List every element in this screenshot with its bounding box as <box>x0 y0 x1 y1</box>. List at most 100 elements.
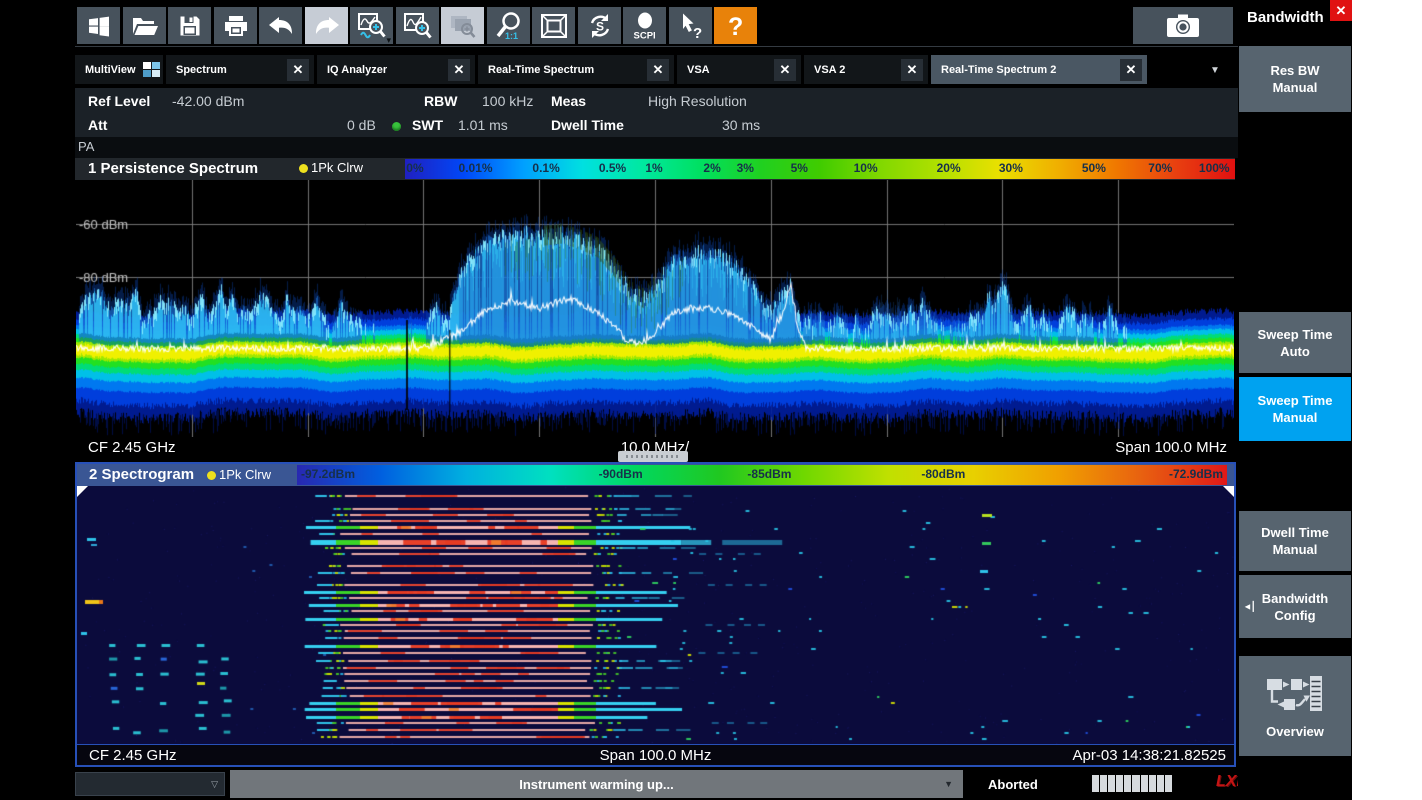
scale-tick-label: 1% <box>645 161 662 175</box>
tab-label: Real-Time Spectrum 2 <box>941 64 1056 76</box>
close-tab-icon[interactable]: ✕ <box>448 59 470 81</box>
scpi-recorder-button[interactable]: SCPI <box>623 7 666 44</box>
sync-button[interactable]: S <box>578 7 621 44</box>
splitter-grip-dots <box>626 455 680 458</box>
print-button[interactable] <box>214 7 257 44</box>
scale-tick-label: 3% <box>737 161 754 175</box>
grid-icon <box>143 62 160 77</box>
persistence-color-scale: 0%0.01%0.1%0.5%1%2%3%5%10%20%30%50%70%10… <box>405 159 1235 179</box>
split-zoom-button[interactable] <box>441 7 484 44</box>
softkey-sidebar: Bandwidth ✕ Res BWManualSweep TimeAutoSw… <box>1238 0 1352 800</box>
spectrogram-footer: CF 2.45 GHz Span 100.0 MHz Apr-03 14:38:… <box>77 744 1234 765</box>
rbw-value[interactable]: 100 kHz <box>482 93 533 109</box>
redo-arrow-icon <box>313 14 341 38</box>
dwell-time-label[interactable]: Dwell Time <box>551 117 624 133</box>
trace-label: 1Pk Clrw <box>311 160 363 175</box>
zoom-mode-button[interactable]: ▾ <box>350 7 393 44</box>
pa-row <box>75 137 1238 158</box>
meas-value[interactable]: High Resolution <box>648 93 747 109</box>
tab-iq-analyzer[interactable]: IQ Analyzer✕ <box>317 55 475 84</box>
undo-button[interactable] <box>259 7 302 44</box>
scale-tick-label: 0.5% <box>599 161 626 175</box>
scale-tick-label: 100% <box>1199 161 1230 175</box>
pa-indicator: PA <box>78 139 94 154</box>
tab-spectrum[interactable]: Spectrum ✕ <box>166 55 314 84</box>
redo-button[interactable] <box>305 7 348 44</box>
scale-tick-label: -72.9dBm <box>1169 467 1223 481</box>
status-message-bar[interactable]: Instrument warming up... ▼ <box>230 770 963 798</box>
persistence-display[interactable] <box>76 180 1234 437</box>
progress-segment <box>1157 775 1164 792</box>
scale-tick-label: 30% <box>999 161 1023 175</box>
scale-tick-label: 20% <box>937 161 961 175</box>
dwell-time-value[interactable]: 30 ms <box>722 117 760 133</box>
scale-tick-label: 0.01% <box>459 161 493 175</box>
w2-timestamp: Apr-03 14:38:21.82525 <box>1073 747 1226 764</box>
open-file-button[interactable] <box>123 7 166 44</box>
close-tab-icon[interactable]: ✕ <box>1120 59 1142 81</box>
ref-level-value[interactable]: -42.00 dBm <box>172 93 244 109</box>
att-value[interactable]: 0 dB <box>347 117 376 133</box>
tab-overflow-button[interactable]: ▼ <box>1192 57 1238 83</box>
scale-tick-label: 5% <box>791 161 808 175</box>
att-label[interactable]: Att <box>88 117 107 133</box>
tab-vsa[interactable]: VSA✕ <box>677 55 801 84</box>
progress-bar <box>1092 775 1172 792</box>
help-button[interactable]: ? <box>714 7 757 44</box>
tab-label: Spectrum <box>176 64 227 76</box>
tab-real-time-spectrum-2[interactable]: Real-Time Spectrum 2 ✕ <box>931 55 1147 84</box>
persistence-window-title: 1 Persistence Spectrum <box>88 160 258 177</box>
windows-icon <box>86 13 112 39</box>
print-icon <box>223 14 249 38</box>
tab-multiview[interactable]: MultiView <box>75 55 163 84</box>
trace-label: 1Pk Clrw <box>219 467 271 482</box>
scale-tick-label: -97.2dBm <box>301 467 355 481</box>
screenshot-button[interactable] <box>1133 7 1233 44</box>
scale-tick-label: 70% <box>1148 161 1172 175</box>
windows-menu-button[interactable] <box>77 7 120 44</box>
close-tab-icon[interactable]: ✕ <box>287 59 309 81</box>
spectrogram-display[interactable] <box>77 486 1234 744</box>
spectrum-analyzer-screen: ▾1:1SSCPI?? MultiViewSpectrum✕IQ Analyze… <box>0 0 1422 800</box>
tab-vsa-2[interactable]: VSA 2✕ <box>804 55 928 84</box>
softkey-res-bw-manual[interactable]: Res BWManual <box>1239 46 1351 112</box>
close-tab-icon[interactable]: ✕ <box>647 59 669 81</box>
softkey-dwell-time-manual[interactable]: Dwell TimeManual <box>1239 511 1351 571</box>
meas-label[interactable]: Meas <box>551 93 586 109</box>
tab-real-time-spectrum[interactable]: Real-Time Spectrum✕ <box>478 55 674 84</box>
softkey-overview[interactable]: Overview <box>1239 656 1351 756</box>
softkey-sweep-time-manual[interactable]: Sweep TimeManual <box>1239 377 1351 441</box>
rbw-label[interactable]: RBW <box>424 93 457 109</box>
status-dropdown[interactable]: ▽ <box>75 772 225 796</box>
svg-text:1:1: 1:1 <box>505 31 518 41</box>
spectrogram-window[interactable]: 2 Spectrogram 1Pk Clrw -97.2dBm-90dBm-85… <box>75 462 1236 767</box>
close-tab-icon[interactable]: ✕ <box>774 59 796 81</box>
softkey-label: Sweep Time <box>1258 392 1333 409</box>
softkey-bandwidth-config[interactable]: ◄▏BandwidthConfig <box>1239 575 1351 638</box>
swt-value[interactable]: 1.01 ms <box>458 117 508 133</box>
window-splitter-handle[interactable] <box>618 451 688 462</box>
pointer-help-icon: ? <box>677 12 705 40</box>
display-frame-button[interactable] <box>532 7 575 44</box>
multiple-zoom-button[interactable] <box>396 7 439 44</box>
scale-tick-label: 0% <box>406 161 423 175</box>
context-help-button[interactable]: ? <box>669 7 712 44</box>
softkey-sweep-time-auto[interactable]: Sweep TimeAuto <box>1239 312 1351 373</box>
progress-segment <box>1165 775 1172 792</box>
swt-label[interactable]: SWT <box>412 117 443 133</box>
progress-segment <box>1132 775 1139 792</box>
close-menu-button[interactable]: ✕ <box>1330 0 1352 21</box>
progress-segment <box>1108 775 1115 792</box>
overview-icon <box>1264 673 1326 719</box>
softkey-label: Sweep Time <box>1258 326 1333 343</box>
frame-icon <box>540 13 568 39</box>
zoom-1-1-button[interactable]: 1:1 <box>487 7 530 44</box>
ref-level-label[interactable]: Ref Level <box>88 93 150 109</box>
softkey-label: Manual <box>1273 541 1318 558</box>
close-tab-icon[interactable]: ✕ <box>901 59 923 81</box>
save-button[interactable] <box>168 7 211 44</box>
trace-marker-dot <box>299 164 308 173</box>
scale-tick-label: 0.1% <box>532 161 559 175</box>
camera-icon <box>1162 12 1204 39</box>
softkey-label: Dwell Time <box>1261 524 1329 541</box>
